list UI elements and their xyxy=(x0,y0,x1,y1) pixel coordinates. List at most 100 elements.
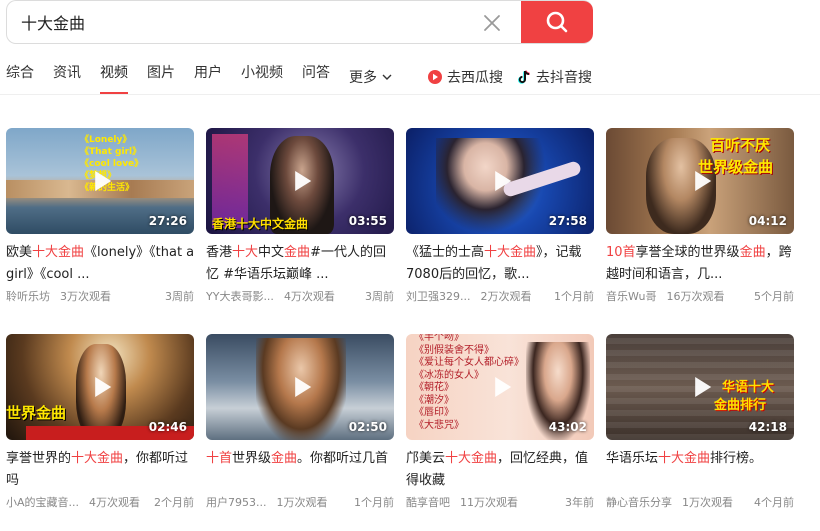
video-thumbnail[interactable]: 华语十大 金曲排行 42:18 xyxy=(606,334,794,440)
video-time: 3年前 xyxy=(565,496,594,509)
title-text: 华语乐坛 xyxy=(606,451,659,466)
video-thumbnail[interactable]: 《Lonely》 《That girl》 《cool love》 《梦想》 《新… xyxy=(6,128,194,234)
video-title[interactable]: 香港十大中文金曲#一代人的回忆 #华语乐坛巅峰 ... xyxy=(206,242,398,286)
video-thumbnail[interactable]: 香港十大中文金曲 03:55 xyxy=(206,128,394,234)
play-icon xyxy=(95,377,112,397)
title-text: 《猛士的士高 xyxy=(406,245,485,260)
video-views: 1万次观看 xyxy=(276,496,328,509)
video-time: 5个月前 xyxy=(754,290,794,303)
video-thumbnail[interactable]: 世界金曲 02:46 xyxy=(6,334,194,440)
tab-qa[interactable]: 问答 xyxy=(302,62,330,92)
video-meta: 刘卫强329... 2万次观看 1个月前 xyxy=(406,288,594,306)
search-icon xyxy=(546,11,568,33)
thumbnail-caption: 世界金曲 xyxy=(6,404,67,422)
thumbnail-caption: 百听不厌 xyxy=(710,136,771,154)
title-keyword-highlight: 10首 xyxy=(606,245,636,260)
search-input[interactable] xyxy=(7,1,491,43)
play-icon xyxy=(95,171,112,191)
video-duration: 43:02 xyxy=(548,420,587,434)
video-thumbnail[interactable]: 百听不厌 世界级金曲 04:12 xyxy=(606,128,794,234)
title-text: 中文 xyxy=(258,245,285,260)
video-author[interactable]: 酷享音吧 xyxy=(406,494,450,512)
video-author[interactable]: 刘卫强329... xyxy=(406,288,471,306)
title-text: 。你都听过几首 xyxy=(297,451,389,466)
title-keyword-highlight: 十大金曲 xyxy=(484,245,537,260)
chevron-down-icon xyxy=(382,74,392,80)
title-text: 邝美云 xyxy=(406,451,446,466)
video-author[interactable]: YY大表哥影... xyxy=(206,288,274,306)
clear-search-button[interactable] xyxy=(481,12,503,34)
tab-video[interactable]: 视频 xyxy=(100,62,128,94)
video-title[interactable]: 欧美十大金曲《lonely》《that a girl》《cool ... xyxy=(6,242,198,286)
title-keyword-highlight: 十大金曲 xyxy=(445,451,498,466)
video-title[interactable]: 享誉世界的十大金曲，你都听过吗 xyxy=(6,448,198,492)
tab-news[interactable]: 资讯 xyxy=(53,62,81,92)
title-keyword-highlight: 十首 xyxy=(206,451,233,466)
play-icon xyxy=(295,377,312,397)
title-text: 享誉全球的世界级 xyxy=(635,245,740,260)
search-tabs: 综合 资讯 视频 图片 用户 小视频 问答 更多 去西瓜搜 去抖音搜 xyxy=(0,56,820,94)
play-icon xyxy=(295,171,312,191)
title-keyword-highlight: 金曲 xyxy=(271,451,298,466)
video-author[interactable]: 聆听乐坊 xyxy=(6,288,50,306)
video-thumbnail[interactable]: 02:50 xyxy=(206,334,394,440)
title-text: 香港 xyxy=(206,245,233,260)
tab-more[interactable]: 更多 xyxy=(349,62,393,92)
video-title[interactable]: 《猛士的士高十大金曲》，记载7080后的回忆，歌... xyxy=(406,242,598,286)
search-bar xyxy=(6,0,593,44)
douyin-search-link[interactable]: 去抖音搜 xyxy=(516,62,592,92)
video-author[interactable]: 静心音乐分享 xyxy=(606,494,672,512)
title-keyword-highlight: 十大金曲 xyxy=(658,451,711,466)
video-meta: YY大表哥影... 4万次观看 3周前 xyxy=(206,288,394,306)
tab-all[interactable]: 综合 xyxy=(6,62,34,92)
video-author[interactable]: 小A的宝藏音... xyxy=(6,494,79,512)
video-duration: 03:55 xyxy=(348,214,387,228)
title-keyword-highlight: 十大金曲 xyxy=(71,451,124,466)
tabs-divider xyxy=(0,94,820,95)
video-meta: 小A的宝藏音... 4万次观看 2个月前 xyxy=(6,494,194,512)
thumbnail-caption: 金曲排行 xyxy=(714,398,767,413)
video-duration: 02:46 xyxy=(148,420,187,434)
video-title[interactable]: 十首世界级金曲。你都听过几首 xyxy=(206,448,398,492)
video-time: 1个月前 xyxy=(554,290,594,303)
video-author[interactable]: 用户7953... xyxy=(206,494,266,512)
video-card: 香港十大中文金曲 03:55 香港十大中文金曲#一代人的回忆 #华语乐坛巅峰 .… xyxy=(206,128,394,306)
video-views: 11万次观看 xyxy=(460,496,518,509)
video-thumbnail[interactable]: 《半个吻》 《别假装舍不得》 《爱让每个女人都心碎》 《冰冻的女人》 《朝花》 … xyxy=(406,334,594,440)
video-card: 华语十大 金曲排行 42:18 华语乐坛十大金曲排行榜。 静心音乐分享 1万次观… xyxy=(606,334,794,512)
tab-images[interactable]: 图片 xyxy=(147,62,175,92)
play-icon xyxy=(695,171,712,191)
thumbnail-caption: 华语十大 xyxy=(722,380,775,395)
video-duration: 02:50 xyxy=(348,420,387,434)
xigua-search-link[interactable]: 去西瓜搜 xyxy=(427,62,503,92)
thumbnail-caption: 香港十大中文金曲 xyxy=(212,217,309,231)
video-meta: 静心音乐分享 1万次观看 4个月前 xyxy=(606,494,794,512)
video-author[interactable]: 音乐Wu哥 xyxy=(606,288,656,306)
thumbnail-songlist: 《Lonely》 《That girl》 《cool love》 《梦想》 《新… xyxy=(80,135,144,193)
banner-shape xyxy=(212,134,248,228)
video-card: 27:58 《猛士的士高十大金曲》，记载7080后的回忆，歌... 刘卫强329… xyxy=(406,128,594,306)
tab-users[interactable]: 用户 xyxy=(194,62,222,92)
close-icon xyxy=(484,15,500,31)
video-card: 02:50 十首世界级金曲。你都听过几首 用户7953... 1万次观看 1个月… xyxy=(206,334,394,512)
video-card: 百听不厌 世界级金曲 04:12 10首享誉全球的世界级金曲，跨越时间和语言，几… xyxy=(606,128,794,306)
video-title[interactable]: 华语乐坛十大金曲排行榜。 xyxy=(606,448,798,492)
tab-short-video[interactable]: 小视频 xyxy=(241,62,283,92)
search-button[interactable] xyxy=(521,1,593,43)
title-text: 排行榜。 xyxy=(710,451,763,466)
video-time: 3周前 xyxy=(365,290,394,303)
video-card: 世界金曲 02:46 享誉世界的十大金曲，你都听过吗 小A的宝藏音... 4万次… xyxy=(6,334,194,512)
video-thumbnail[interactable]: 27:58 xyxy=(406,128,594,234)
video-title[interactable]: 邝美云十大金曲，回忆经典，值得收藏 xyxy=(406,448,598,492)
video-time: 1个月前 xyxy=(354,496,394,509)
video-title[interactable]: 10首享誉全球的世界级金曲，跨越时间和语言，几... xyxy=(606,242,798,286)
video-card: 《Lonely》 《That girl》 《cool love》 《梦想》 《新… xyxy=(6,128,194,306)
video-duration: 27:58 xyxy=(548,214,587,228)
play-icon xyxy=(495,377,512,397)
play-icon xyxy=(695,377,712,397)
play-icon xyxy=(495,171,512,191)
video-meta: 用户7953... 1万次观看 1个月前 xyxy=(206,494,394,512)
video-views: 3万次观看 xyxy=(60,290,111,303)
video-meta: 聆听乐坊 3万次观看 3周前 xyxy=(6,288,194,306)
video-views: 4万次观看 xyxy=(283,290,335,303)
